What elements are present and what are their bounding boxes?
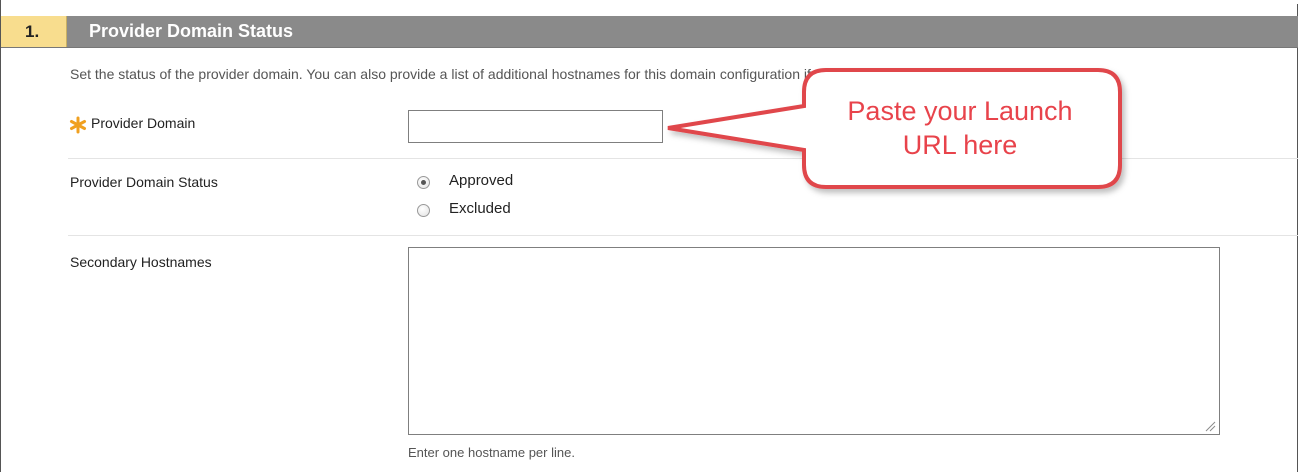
asterisk-icon bbox=[70, 116, 86, 134]
top-strip bbox=[1, 0, 1298, 4]
callout-line-2: URL here bbox=[902, 130, 1018, 160]
secondary-hostnames-help: Enter one hostname per line. bbox=[408, 445, 575, 460]
row-divider bbox=[68, 235, 1298, 236]
radio-excluded-button[interactable] bbox=[417, 204, 430, 217]
resize-grip-icon[interactable] bbox=[1204, 420, 1216, 432]
callout-text: Paste your Launch URL here bbox=[800, 94, 1120, 162]
radio-approved-label[interactable]: Approved bbox=[449, 172, 513, 189]
radio-approved-button[interactable] bbox=[417, 176, 430, 189]
secondary-hostnames-textarea[interactable] bbox=[408, 247, 1220, 435]
provider-domain-input[interactable] bbox=[408, 110, 663, 143]
page-frame: 1. Provider Domain Status Set the status… bbox=[0, 0, 1298, 472]
callout-line-1: Paste your Launch bbox=[847, 96, 1073, 126]
section-title: Provider Domain Status bbox=[89, 21, 294, 41]
step-number: 1. bbox=[1, 16, 67, 47]
provider-domain-label: Provider Domain bbox=[91, 115, 196, 131]
provider-domain-status-label: Provider Domain Status bbox=[70, 174, 218, 190]
section-header: 1. Provider Domain Status bbox=[1, 16, 1298, 48]
secondary-hostnames-label: Secondary Hostnames bbox=[70, 254, 212, 270]
section-description: Set the status of the provider domain. Y… bbox=[70, 66, 866, 82]
radio-excluded-label[interactable]: Excluded bbox=[449, 200, 511, 217]
